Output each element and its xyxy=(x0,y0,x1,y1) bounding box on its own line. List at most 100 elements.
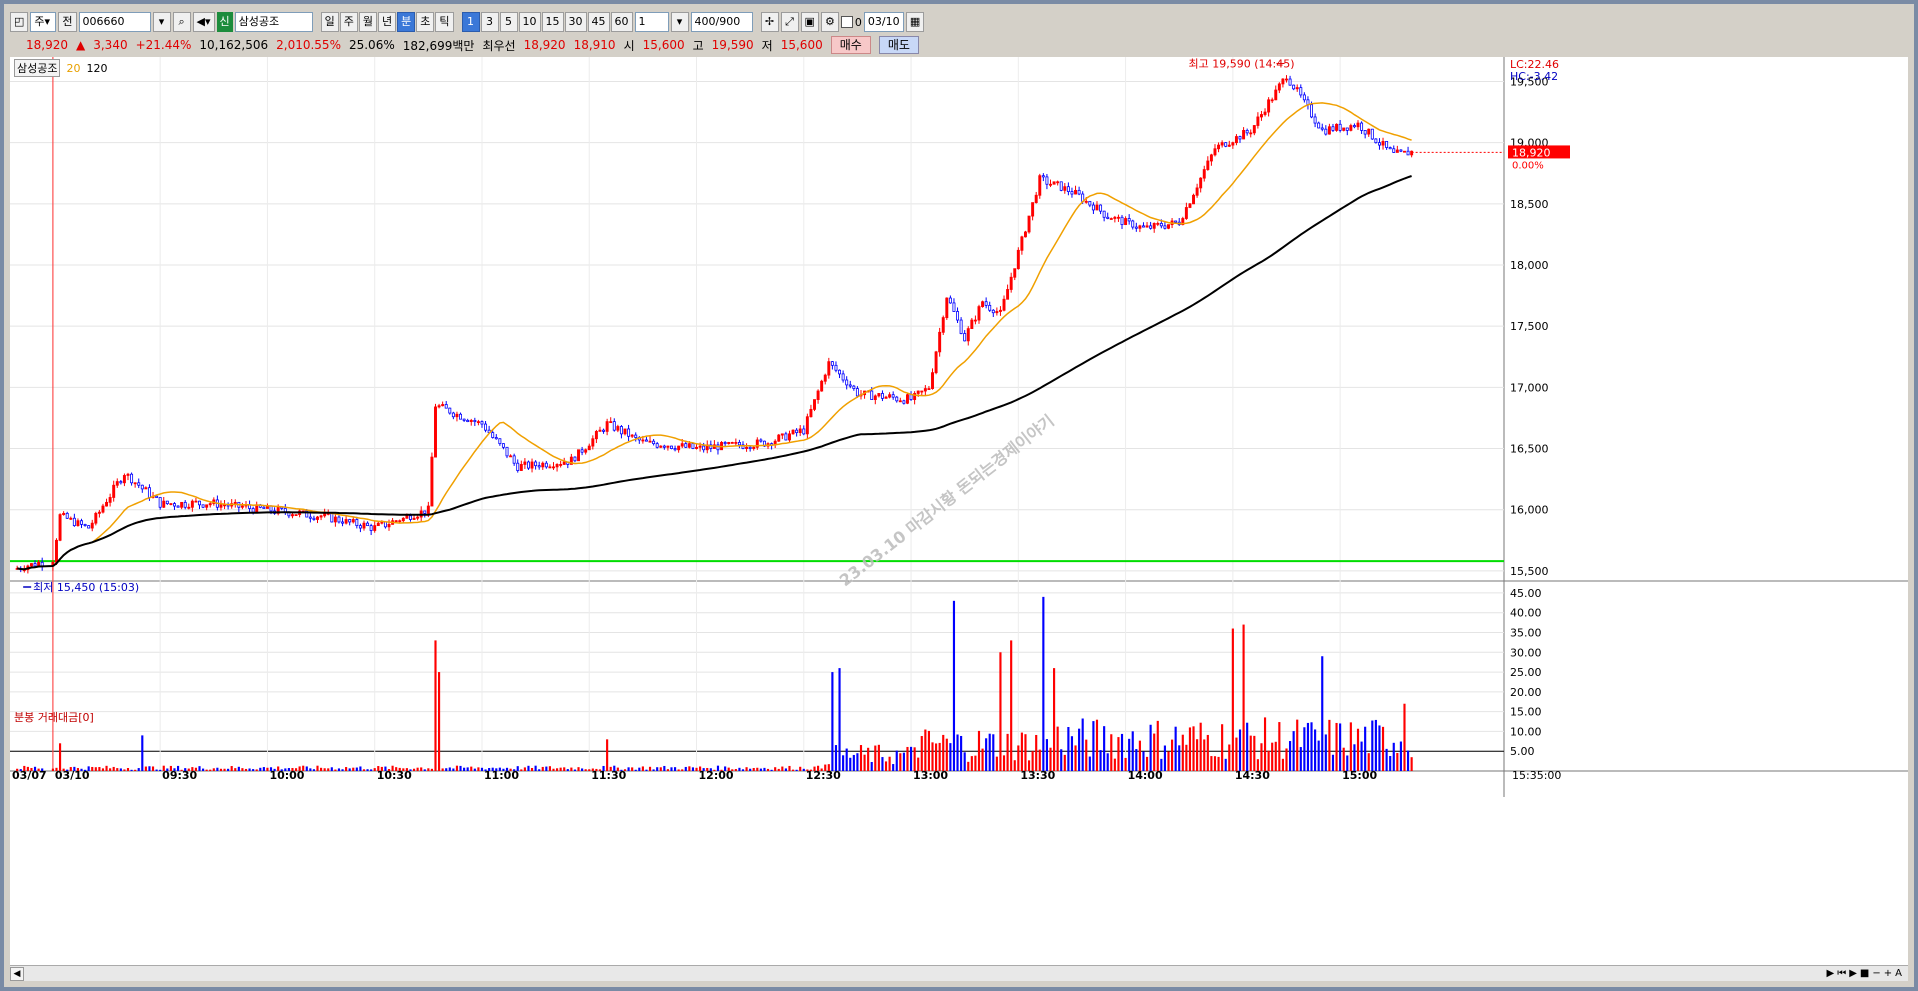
candle xyxy=(598,429,602,432)
volume-bar xyxy=(387,769,391,771)
period-tab-3[interactable]: 년 xyxy=(378,12,397,32)
volume-bar xyxy=(101,768,105,771)
volume-bar xyxy=(1213,756,1217,771)
volume-bar xyxy=(745,767,748,771)
legend-ma20[interactable]: 20 xyxy=(66,62,80,75)
volume-bar xyxy=(1353,744,1356,771)
interval-button-1[interactable]: 3 xyxy=(480,12,499,32)
period-tab-0[interactable]: 일 xyxy=(320,12,339,32)
volume-bar xyxy=(1342,747,1345,771)
rewind-icon[interactable]: ⏮ xyxy=(1837,968,1846,979)
candle xyxy=(1242,130,1246,140)
interval-dropdown-icon[interactable]: ▾ xyxy=(670,12,689,32)
volume-bar xyxy=(1242,624,1245,771)
toolbar: ◰ 주 ▾ 전 006660 ▾ ⌕ ◀▾ 신 삼성공조 일주월년분초틱 1351… xyxy=(10,10,1900,34)
candle xyxy=(730,442,734,444)
volume: 10,162,506 xyxy=(199,38,269,52)
chevron-down-icon: ▾ xyxy=(44,15,51,28)
volume-bar xyxy=(784,768,787,771)
volume-bar xyxy=(763,767,766,771)
sell-button[interactable]: 매도 xyxy=(878,36,919,54)
volume-bar xyxy=(1002,755,1006,771)
candle xyxy=(80,520,83,525)
stock-name-field[interactable]: 삼성공조 xyxy=(234,12,313,32)
stop-icon[interactable]: ■ xyxy=(1860,968,1869,979)
period-tab-2[interactable]: 월 xyxy=(358,12,378,32)
volume-bar xyxy=(194,767,198,771)
speaker-icon[interactable]: ◀▾ xyxy=(192,12,215,32)
save-icon[interactable]: ▣ xyxy=(800,12,819,32)
trend-tool-icon[interactable]: ⤢ xyxy=(780,12,799,32)
volume-bar xyxy=(838,668,841,771)
volume-legend[interactable]: 분봉 거래대금[0] xyxy=(14,709,94,725)
volume-bar xyxy=(144,766,147,771)
candle xyxy=(798,428,802,434)
crosshair-icon[interactable]: ✢ xyxy=(760,12,779,32)
interval-button-6[interactable]: 45 xyxy=(587,12,610,32)
zoom-out-icon[interactable]: − xyxy=(1872,968,1880,979)
volume-bar xyxy=(191,767,194,771)
period-tab-1[interactable]: 주 xyxy=(339,12,358,32)
candle xyxy=(498,438,502,445)
candle xyxy=(927,388,931,390)
font-size-icon[interactable]: A xyxy=(1895,968,1902,979)
gear-icon[interactable]: ⚙ xyxy=(820,12,839,32)
interval-button-0[interactable]: 1 xyxy=(461,12,480,32)
volume-bar xyxy=(913,747,916,771)
candle xyxy=(1363,130,1367,135)
price-volume-chart[interactable]: 15,500 16,000 16,500 17,000 17,500 18,000 18,5… xyxy=(10,57,1908,979)
period-tab-5[interactable]: 초 xyxy=(416,12,435,32)
interval-button-5[interactable]: 30 xyxy=(564,12,587,32)
volume-bar xyxy=(659,767,662,771)
scope-button[interactable]: 전 xyxy=(58,12,77,32)
scroll-track[interactable] xyxy=(24,968,1827,980)
checkbox-icon[interactable] xyxy=(840,16,853,28)
scroll-left-icon[interactable]: ◀ xyxy=(10,966,24,981)
zero-checkbox[interactable]: 0 xyxy=(840,16,862,29)
candle xyxy=(169,503,173,505)
volume-bar xyxy=(877,744,880,771)
legend-stock-name[interactable]: 삼성공조 xyxy=(14,59,61,77)
interval-input[interactable]: 1 xyxy=(634,12,669,32)
volume-bar xyxy=(395,767,398,771)
candle xyxy=(1281,78,1285,85)
code-dropdown-icon[interactable]: ▾ xyxy=(152,12,171,32)
forward-icon[interactable]: ▶ xyxy=(1849,968,1857,979)
calendar-icon[interactable]: ▦ xyxy=(905,12,925,32)
count-field[interactable]: 400/900 xyxy=(690,12,753,32)
current-price-label: 18,920 xyxy=(1512,146,1551,159)
candle xyxy=(1016,249,1020,270)
volume-bar xyxy=(781,766,784,771)
interval-button-3[interactable]: 10 xyxy=(518,12,541,32)
candle xyxy=(802,428,806,435)
buy-button[interactable]: 매수 xyxy=(830,36,871,54)
search-icon[interactable]: ⌕ xyxy=(172,12,191,32)
period-tab-6[interactable]: 틱 xyxy=(435,12,454,32)
period-tab-4[interactable]: 분 xyxy=(397,12,416,32)
candle xyxy=(519,464,523,471)
volume-bar xyxy=(180,769,183,771)
volume-bar xyxy=(852,754,855,771)
period-type-select[interactable]: 주 ▾ xyxy=(30,12,57,32)
chart-scrollbar[interactable]: ◀ ▶ ⏮ ▶ ■ − + A xyxy=(10,965,1908,981)
chart-area[interactable]: 15,500 16,000 16,500 17,000 17,500 18,000 18,5… xyxy=(10,57,1908,979)
candle xyxy=(323,512,327,517)
interval-button-7[interactable]: 60 xyxy=(610,12,633,32)
code-input[interactable]: 006660 xyxy=(78,12,151,32)
interval-button-2[interactable]: 5 xyxy=(499,12,518,32)
candle xyxy=(1120,216,1124,226)
volume-bar xyxy=(1317,740,1320,771)
volume-bar xyxy=(967,761,970,771)
volume-bar xyxy=(198,766,201,771)
legend-ma120[interactable]: 120 xyxy=(86,62,107,75)
quote-bar: 18,920 ▲ 3,340 +21.44% 10,162,506 2,010.… xyxy=(10,36,1900,54)
candle xyxy=(1027,215,1031,233)
zoom-in-icon[interactable]: + xyxy=(1884,968,1892,979)
play-icon[interactable]: ▶ xyxy=(1827,968,1835,979)
volume-bar xyxy=(98,767,101,771)
date-input[interactable]: 03/10 xyxy=(863,12,904,32)
interval-button-4[interactable]: 15 xyxy=(541,12,564,32)
volume-bar xyxy=(262,767,265,771)
chart-settings-icon[interactable]: ◰ xyxy=(10,12,29,32)
volume-bar xyxy=(552,768,555,771)
